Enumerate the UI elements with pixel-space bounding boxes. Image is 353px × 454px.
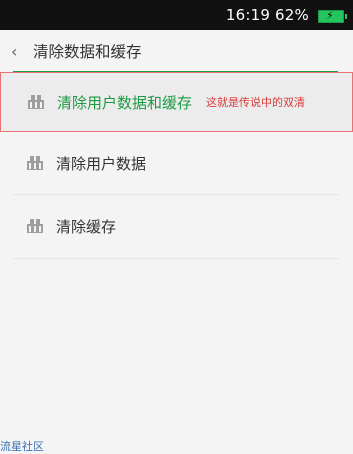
- battery-charging-icon: ⚡: [318, 9, 347, 23]
- status-time-battery: 16:19 62%: [226, 6, 309, 24]
- status-time: 16:19: [225, 6, 271, 24]
- option-clear-cache[interactable]: 清除缓存: [0, 194, 353, 258]
- chevron-left-icon[interactable]: ‹: [11, 42, 17, 61]
- option-label: 清除缓存: [56, 217, 117, 236]
- option-clear-user-data-and-cache[interactable]: 清除用户数据和缓存 这就是传说中的双清: [0, 72, 353, 132]
- watermark-text: 流星社区: [0, 440, 44, 453]
- annotation-text: 这就是传说中的双清: [206, 96, 305, 109]
- page-title: 清除数据和缓存: [33, 43, 142, 61]
- option-label: 清除用户数据: [56, 154, 147, 173]
- status-bar: 16:19 62% ⚡: [0, 0, 353, 30]
- option-label: 清除用户数据和缓存: [57, 93, 193, 112]
- battery-percent: 62%: [275, 6, 309, 24]
- divider: [13, 258, 339, 259]
- option-clear-user-data[interactable]: 清除用户数据: [0, 132, 353, 194]
- broom-icon: [26, 218, 44, 234]
- page-header: ‹ 清除数据和缓存: [0, 30, 353, 73]
- charging-bolt-icon: ⚡: [326, 9, 334, 22]
- broom-icon: [27, 94, 45, 110]
- broom-icon: [26, 155, 44, 171]
